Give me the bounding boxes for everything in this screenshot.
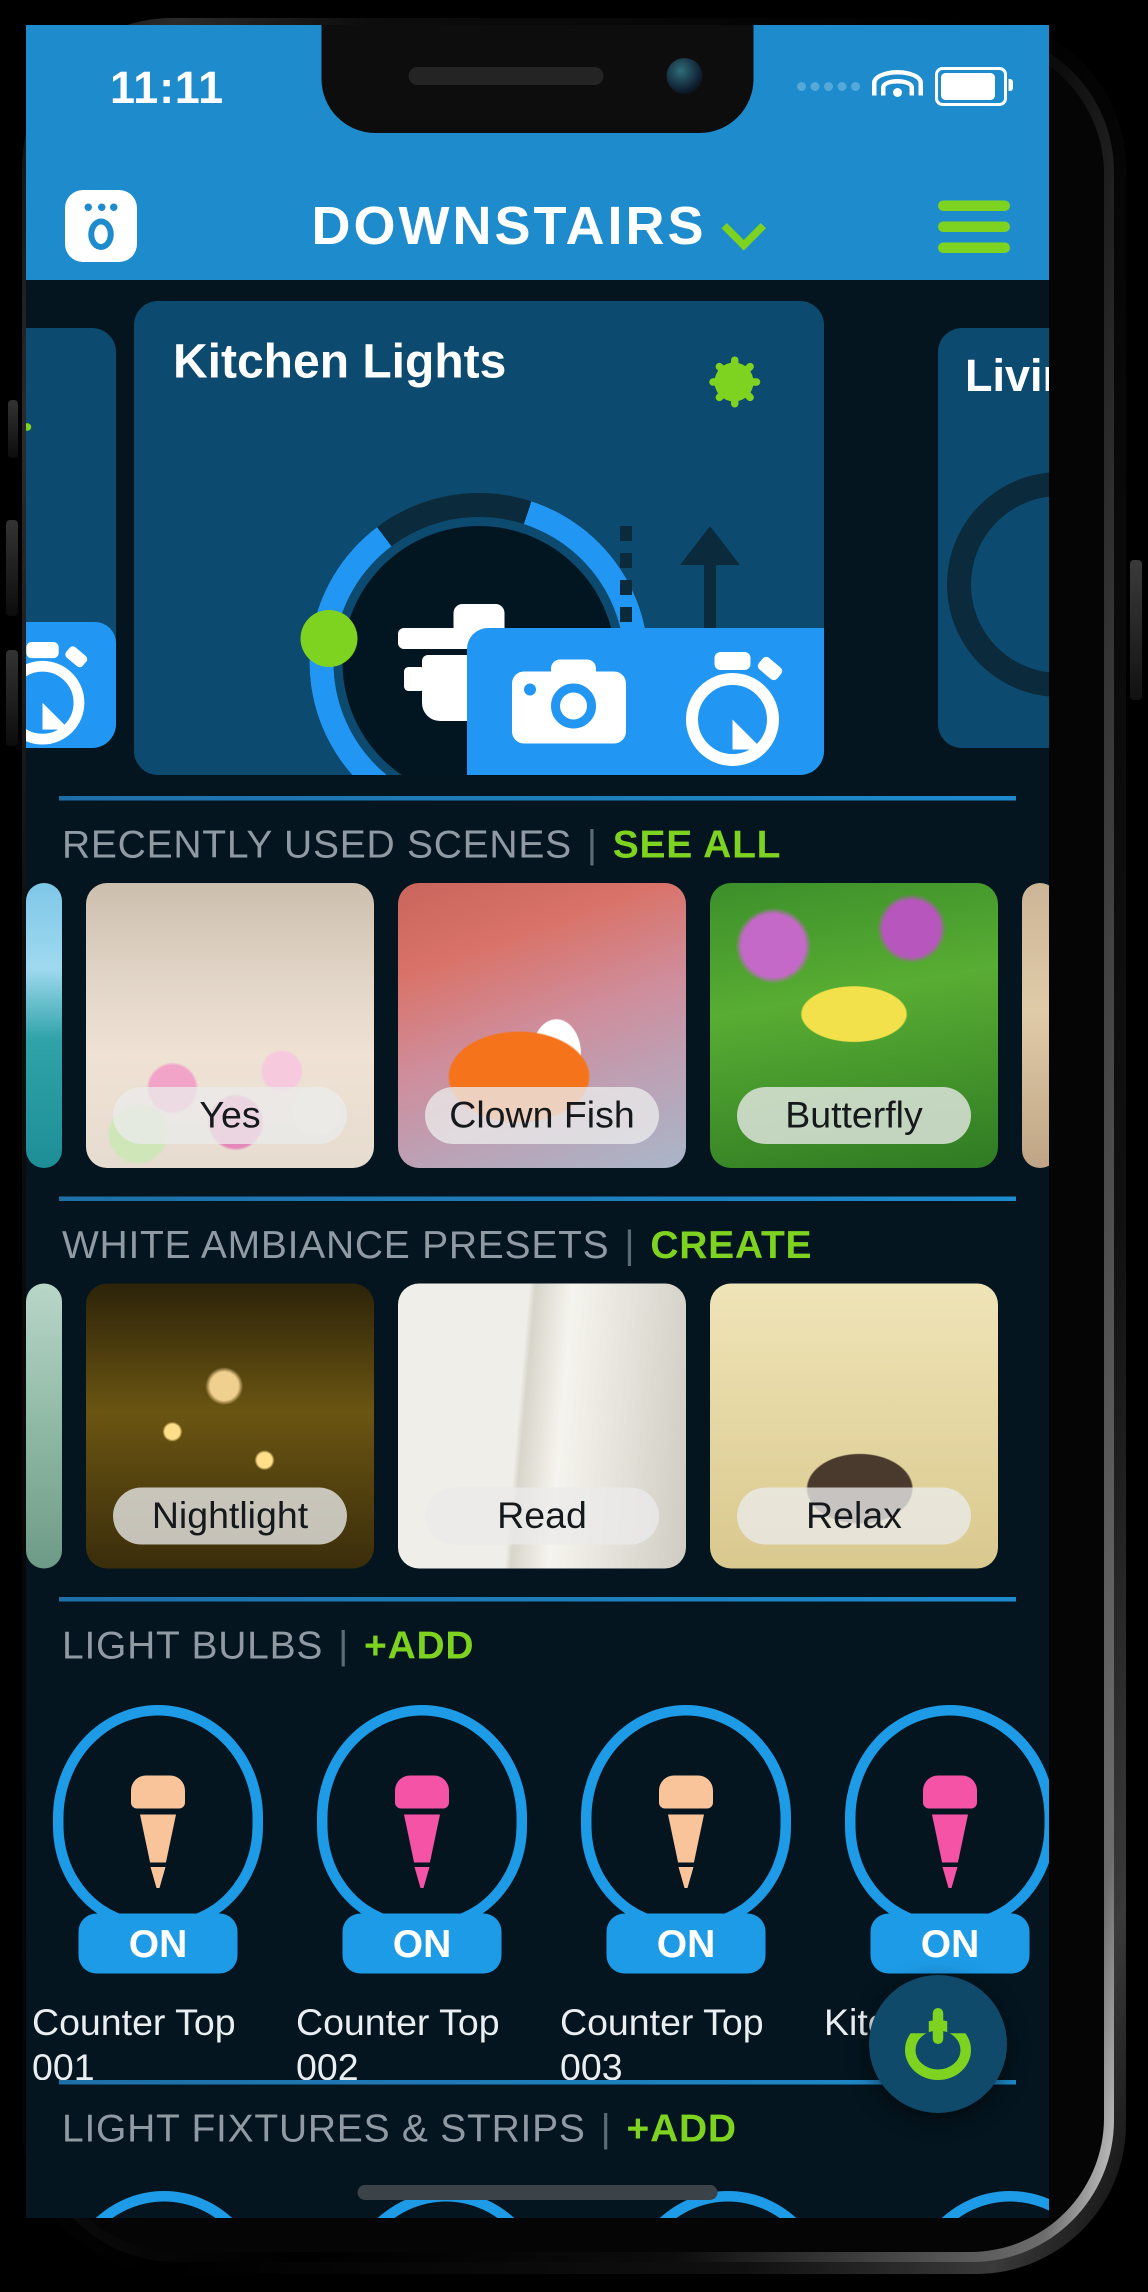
power-toggle-button[interactable] [869,1975,1007,2113]
scene-tile[interactable]: Relax [710,1283,998,1569]
white-ambiance-tile-list[interactable]: Nightlight Read Relax [26,1283,1049,1577]
device-notch [321,25,754,133]
volume-down-button[interactable] [6,650,18,746]
app-navbar: DOWNSTAIRS [26,172,1049,280]
room-card-actions [467,628,824,775]
sun-brightness-icon [26,373,59,481]
page-title: DOWNSTAIRS [311,194,707,257]
scene-tile[interactable]: Yes [86,883,374,1168]
app-logo-icon[interactable] [65,190,137,262]
scene-tile[interactable]: Read [398,1283,686,1569]
tile-label: Clown Fish [425,1087,659,1144]
signal-dots-icon [797,82,860,91]
fixture-ring[interactable] [59,2191,269,2218]
add-fixture-link[interactable]: +ADD [627,2106,737,2153]
scene-tile[interactable]: Clown Fish [398,883,686,1168]
app-screen: 11:11 DOWNSTAIRS Kitchen Lights Livi REC… [26,25,1049,2218]
scene-tile[interactable]: Butterfly [710,883,998,1168]
room-card-active[interactable]: Kitchen Lights [134,301,824,775]
status-bar: 11:11 [26,25,1049,172]
light-bulb-item[interactable]: ON Counter Top 002 [290,1705,554,2080]
section-separator: | [586,821,598,867]
section-header-scenes: RECENTLY USED SCENES | SEE ALL [26,801,1049,884]
battery-full-icon [935,67,1013,106]
power-side-button[interactable] [1130,560,1142,700]
section-label: LIGHT FIXTURES & STRIPS [62,2105,586,2151]
light-bulb-item[interactable]: ON Counter Top 003 [554,1705,818,2080]
fixture-ring[interactable] [905,2191,1049,2218]
app-content: Kitchen Lights Livi RECENTLY USED SCENES… [26,280,1049,2218]
earpiece-speaker [408,67,604,85]
volume-up-button[interactable] [6,520,18,616]
room-card-prev[interactable] [26,328,116,748]
section-separator: | [600,2105,612,2151]
timer-icon[interactable] [26,641,89,745]
tile-label: Nightlight [113,1487,347,1545]
next-card-dial [947,472,1049,697]
bulb-state-badge[interactable]: ON [870,1913,1030,1974]
bulb-state-badge[interactable]: ON [342,1913,502,1974]
status-indicators [797,67,1013,106]
wifi-icon [872,70,923,103]
status-clock: 11:11 [110,64,224,114]
bulb-name: Counter Top 002 [296,2002,500,2080]
tile-label: Relax [737,1487,971,1545]
prev-card-actions[interactable] [26,622,116,748]
sun-brightness-icon[interactable] [680,328,788,436]
home-indicator[interactable] [357,2185,718,2200]
see-all-link[interactable]: SEE ALL [613,822,781,869]
bulb-icon [131,1775,185,1888]
tile-label: Read [425,1487,659,1545]
bulb-ring[interactable]: ON [845,1705,1049,1974]
bulb-state-badge[interactable]: ON [606,1913,766,1974]
camera-icon[interactable] [512,659,626,744]
tile-edge-peek[interactable] [1022,883,1049,1168]
section-header-white-ambiance: WHITE AMBIANCE PRESETS | CREATE [26,1201,1049,1284]
next-card-title: Livin [965,352,1049,402]
room-carousel[interactable]: Kitchen Lights Livi [26,280,1049,796]
section-label: RECENTLY USED SCENES [62,821,572,867]
scene-tile-list[interactable]: Yes Clown Fish Butterfly [26,883,1049,1176]
dial-knob-handle[interactable] [300,610,358,667]
bulb-state-badge[interactable]: ON [78,1913,238,1974]
section-separator: | [338,1622,350,1668]
bulb-icon [923,1775,977,1888]
add-bulb-link[interactable]: +ADD [364,1623,474,1670]
tile-edge-peek[interactable] [26,883,62,1168]
bulb-ring[interactable]: ON [53,1705,263,1974]
tile-label: Yes [113,1087,347,1144]
hamburger-menu-icon[interactable] [938,199,1010,253]
room-card-title: Kitchen Lights [173,334,507,388]
navbar-title-group: DOWNSTAIRS [26,195,1049,258]
mute-switch[interactable] [8,400,18,458]
bulb-ring[interactable]: ON [317,1705,527,1974]
section-label: LIGHT BULBS [62,1622,324,1668]
section-separator: | [624,1222,636,1267]
screenshot-stage: 11:11 DOWNSTAIRS Kitchen Lights Livi REC… [0,0,1148,2292]
bulb-name: Counter Top 003 [560,2002,764,2080]
room-card-next[interactable]: Livin [938,328,1049,748]
timer-icon[interactable] [686,652,785,766]
scene-tile[interactable]: Nightlight [86,1283,374,1569]
bulb-name: Counter Top 001 [32,2002,236,2080]
section-header-light-bulbs: LIGHT BULBS | +ADD [26,1602,1049,1685]
create-link[interactable]: CREATE [650,1222,812,1269]
front-camera-icon [666,58,703,94]
tile-edge-peek[interactable] [26,1283,62,1569]
bulb-icon [395,1775,449,1888]
light-bulb-item[interactable]: ON Counter Top 001 [26,1705,290,2080]
power-button-icon [905,2008,971,2080]
bulb-ring[interactable]: ON [581,1705,791,1974]
section-label: WHITE AMBIANCE PRESETS [62,1222,610,1267]
tile-label: Butterfly [737,1087,971,1144]
chevron-down-icon[interactable] [724,207,763,246]
bulb-icon [659,1775,713,1888]
